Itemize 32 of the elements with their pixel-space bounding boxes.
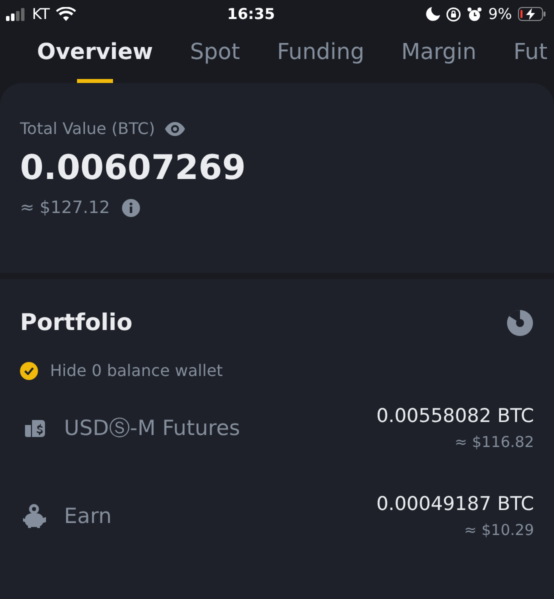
wallet-fiat: ≈ $10.29: [464, 521, 534, 539]
total-fiat-value: ≈ $127.12: [20, 198, 110, 218]
total-value-label: Total Value (BTC): [20, 119, 155, 138]
pie-chart-icon[interactable]: [506, 309, 534, 337]
wallet-name[interactable]: USDⓈ-M Futures: [64, 414, 240, 442]
dollar-card-icon: [24, 417, 46, 439]
portfolio-title: Portfolio: [20, 310, 132, 336]
carrier-name: KT: [32, 5, 50, 23]
battery-charging-icon: [518, 7, 546, 21]
checkmark-icon: [24, 366, 34, 374]
rotation-lock-icon: [446, 6, 462, 22]
checkbox[interactable]: [20, 362, 38, 380]
wallet-name[interactable]: Earn: [64, 504, 112, 528]
wifi-icon: [56, 7, 76, 21]
wallet-amount: 0.00049187 BTC: [376, 493, 534, 515]
tab[interactable]: Spot: [190, 40, 240, 83]
wallet-amount: 0.00558082 BTC: [376, 405, 534, 427]
tab[interactable]: Margin: [401, 40, 476, 83]
info-icon[interactable]: [122, 199, 140, 217]
clock-time: 16:35: [227, 5, 275, 23]
alarm-icon: [467, 6, 482, 22]
battery-percent: 9%: [488, 5, 512, 23]
tab[interactable]: Funding: [276, 40, 364, 83]
piggy-bank-icon: [22, 502, 48, 530]
signal-icon: [6, 8, 26, 20]
tab[interactable]: Fut: [513, 40, 548, 83]
moon-icon: [426, 7, 440, 21]
tab[interactable]: Overview: [37, 40, 153, 83]
eye-icon[interactable]: [164, 122, 185, 136]
total-value: 0.00607269: [20, 148, 247, 188]
wallet-fiat: ≈ $116.82: [454, 433, 534, 451]
hide-zero-label[interactable]: Hide 0 balance wallet: [50, 361, 223, 380]
